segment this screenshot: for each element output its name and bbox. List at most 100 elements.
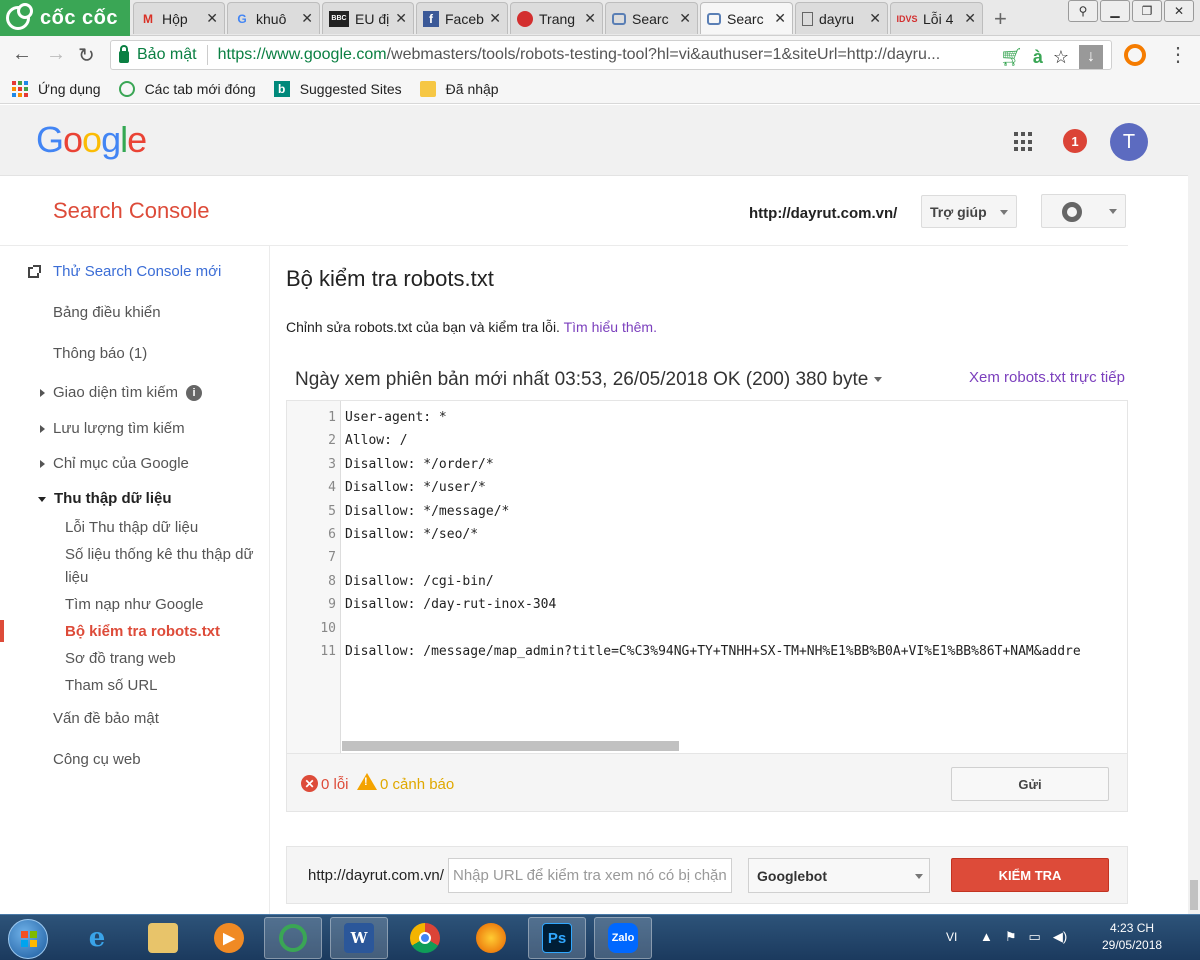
download-icon[interactable]: ↓ [1079, 45, 1103, 69]
sidebar-item-search-appearance[interactable]: Giao diện tìm kiếm i [40, 384, 203, 402]
submit-button[interactable]: Gửi [951, 767, 1109, 801]
sidebar-item-search-traffic[interactable]: Lưu lượng tìm kiếm [40, 420, 185, 437]
back-icon[interactable]: ← [12, 43, 32, 66]
user-profile-icon[interactable]: ⚲ [1068, 0, 1098, 22]
sidebar-item-robots-tester[interactable]: Bộ kiểm tra robots.txt [65, 623, 220, 640]
line-code[interactable]: Disallow: */message/* [345, 504, 509, 519]
robots-editor[interactable]: 1 User-agent: * 2 Allow: / 3 Disallow: */orde… [286, 400, 1128, 753]
taskbar-zalo[interactable]: Zalo [594, 917, 652, 959]
sidebar-item-crawl-stats-cont[interactable]: liệu [65, 569, 88, 586]
tab-dayrut[interactable]: dayru ✕ [795, 2, 888, 34]
sidebar-item-fetch-as-google[interactable]: Tìm nạp như Google [65, 596, 203, 613]
notifications-badge[interactable]: 1 [1063, 129, 1087, 153]
close-icon[interactable]: ✕ [395, 10, 407, 27]
page-scrollbar[interactable] [1188, 106, 1200, 914]
line-code[interactable]: Disallow: /day-rut-inox-304 [345, 597, 556, 612]
close-icon[interactable]: ✕ [964, 10, 976, 27]
close-icon[interactable]: ✕ [584, 10, 596, 27]
horizontal-scrollbar[interactable] [342, 741, 679, 751]
tab-loi[interactable]: IDVS Lỗi 4 ✕ [890, 2, 983, 34]
search-console-title[interactable]: Search Console [53, 198, 210, 224]
sidebar-item-new-console[interactable]: Thử Search Console mới [28, 263, 221, 280]
sidebar-item-url-parameters[interactable]: Tham số URL [65, 677, 158, 694]
property-selector[interactable]: http://dayrut.com.vn/ [749, 205, 897, 222]
close-icon[interactable]: ✕ [679, 10, 691, 27]
coccoc-menu-button[interactable]: cốc cốc [0, 0, 130, 36]
line-code[interactable]: Disallow: */order/* [345, 457, 494, 472]
clock[interactable]: 4:23 CH 29/05/2018 [1102, 920, 1162, 954]
star-icon[interactable]: ☆ [1053, 47, 1069, 68]
start-button[interactable] [8, 919, 48, 959]
user-agent-select[interactable]: Googlebot [748, 858, 930, 893]
line-code[interactable]: Disallow: */user/* [345, 480, 486, 495]
page-scrollbar-thumb[interactable] [1190, 880, 1198, 910]
volume-icon[interactable]: ◀) [1053, 929, 1067, 945]
warning-count[interactable]: 0 cảnh báo [380, 776, 454, 793]
test-url-input[interactable]: Nhập URL để kiểm tra xem nó có bị chặn [448, 858, 732, 893]
settings-button[interactable] [1041, 194, 1126, 228]
tab-google-search[interactable]: G khuô ✕ [227, 2, 320, 34]
url-text[interactable]: https://www.google.com/webmasters/tools/… [218, 46, 998, 64]
sidebar-item-crawl[interactable]: Thu thập dữ liệu [38, 490, 172, 507]
close-icon[interactable]: ✕ [301, 10, 313, 27]
info-icon[interactable]: i [186, 385, 203, 402]
language-indicator[interactable]: VI [946, 930, 957, 944]
google-logo[interactable]: Google [36, 119, 147, 161]
restore-button[interactable]: ❐ [1132, 0, 1162, 22]
sidebar-item-crawl-errors[interactable]: Lỗi Thu thập dữ liệu [65, 519, 198, 536]
coccoc-extension-icon[interactable] [1124, 44, 1146, 66]
sidebar-item-crawl-stats[interactable]: Số liệu thống kê thu thập dữ [65, 546, 254, 563]
bookmark-imported[interactable]: Đã nhập [419, 80, 499, 97]
line-code[interactable]: Allow: / [345, 433, 408, 448]
vietnamese-input-icon[interactable]: à [1033, 47, 1043, 68]
sidebar-item-sitemaps[interactable]: Sơ đồ trang web [65, 650, 176, 667]
tab-gmail[interactable]: M Hộp ✕ [133, 2, 225, 34]
close-icon[interactable]: ✕ [869, 10, 881, 27]
avatar[interactable]: T [1110, 123, 1148, 161]
help-dropdown-button[interactable]: Trợ giúp [921, 195, 1017, 228]
close-icon[interactable]: ✕ [489, 10, 501, 27]
error-count[interactable]: 0 lỗi [321, 776, 349, 793]
taskbar-firefox[interactable] [462, 917, 520, 959]
tab-bbc[interactable]: BBC EU đị ✕ [322, 2, 414, 34]
close-window-button[interactable]: ✕ [1164, 0, 1194, 22]
minimize-button[interactable]: ▁ [1100, 0, 1130, 22]
sidebar-item-messages[interactable]: Thông báo (1) [53, 345, 147, 362]
taskbar-coccoc[interactable] [264, 917, 322, 959]
tab-search-console-1[interactable]: Searc ✕ [605, 2, 698, 34]
show-hidden-icons-icon[interactable]: ▲ [980, 929, 993, 945]
taskbar-explorer[interactable] [134, 917, 192, 959]
learn-more-link[interactable]: Tìm hiểu thêm. [564, 319, 657, 335]
line-code[interactable]: User-agent: * [345, 410, 447, 425]
sidebar-item-web-tools[interactable]: Công cụ web [53, 751, 141, 768]
tab-facebook[interactable]: f Faceb ✕ [416, 2, 508, 34]
taskbar-ie[interactable]: e [68, 917, 126, 959]
line-code[interactable]: Disallow: */seo/* [345, 527, 478, 542]
close-icon[interactable]: ✕ [206, 10, 218, 27]
view-live-robots-link[interactable]: Xem robots.txt trực tiếp [969, 369, 1125, 386]
line-code[interactable]: Disallow: /cgi-bin/ [345, 574, 494, 589]
tab-trang[interactable]: Trang ✕ [510, 2, 603, 34]
test-button[interactable]: KIỂM TRA [951, 858, 1109, 892]
forward-icon[interactable]: → [46, 43, 66, 66]
omnibox[interactable]: Bảo mật https://www.google.com/webmaster… [110, 40, 1112, 70]
taskbar-photoshop[interactable]: Ps [528, 917, 586, 959]
flag-icon[interactable]: ⚑ [1005, 929, 1017, 945]
shopping-cart-icon[interactable]: 🛒︎ [1000, 47, 1023, 68]
bookmark-suggested-sites[interactable]: b Suggested Sites [273, 80, 402, 97]
bookmark-apps[interactable]: Ứng dụng [12, 80, 101, 97]
google-apps-icon[interactable] [1014, 132, 1034, 152]
sidebar-item-google-index[interactable]: Chỉ mục của Google [40, 455, 189, 472]
sidebar-item-security-issues[interactable]: Vấn đề bảo mật [53, 710, 159, 727]
reload-icon[interactable]: ↻ [78, 43, 95, 68]
taskbar-chrome[interactable] [396, 917, 454, 959]
line-code[interactable]: Disallow: /message/map_admin?title=C%C3%… [345, 644, 1081, 659]
tab-search-console-2[interactable]: Searc ✕ [700, 2, 793, 34]
taskbar-media-player[interactable]: ▶ [200, 917, 258, 959]
new-tab-button[interactable]: + [994, 6, 1007, 32]
taskbar-word[interactable]: W [330, 917, 388, 959]
browser-menu-icon[interactable]: ⋮ [1168, 42, 1188, 67]
version-selector[interactable]: Ngày xem phiên bản mới nhất 03:53, 26/05… [295, 369, 883, 391]
network-icon[interactable]: ▭ [1029, 929, 1041, 945]
close-icon[interactable]: ✕ [774, 10, 786, 27]
